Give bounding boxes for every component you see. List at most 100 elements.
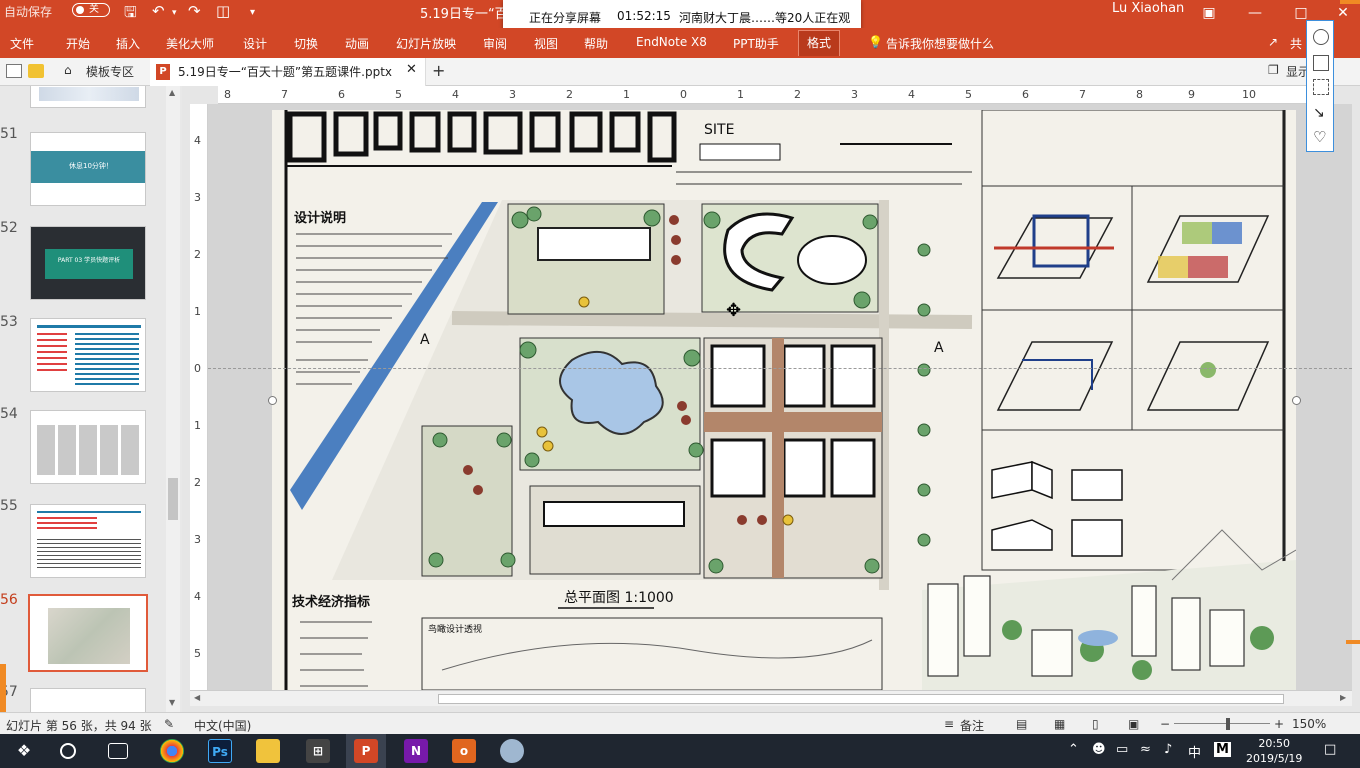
- share-viewers[interactable]: 河南财大丁晨……等20人正在观: [679, 9, 850, 26]
- ribbon-display-icon[interactable]: ▣: [1186, 0, 1232, 28]
- slide-thumbnail[interactable]: 休息10分钟！: [30, 132, 146, 206]
- ime-mode[interactable]: M: [1214, 742, 1231, 757]
- chrome-icon[interactable]: [160, 739, 184, 763]
- section-mark-right: A: [934, 340, 944, 356]
- home-icon[interactable]: ⌂: [64, 63, 72, 77]
- share-button[interactable]: 共: [1290, 35, 1302, 52]
- tab-endnote[interactable]: EndNote X8: [636, 35, 707, 49]
- tab-transitions[interactable]: 切换: [294, 35, 318, 52]
- slideshow-view-icon[interactable]: ▣: [1128, 717, 1139, 731]
- present-icon[interactable]: ◫: [216, 2, 230, 20]
- template-tab[interactable]: 模板专区: [86, 63, 134, 80]
- minimize-button[interactable]: —: [1232, 0, 1278, 28]
- customize-qat-icon[interactable]: ▾: [250, 7, 255, 18]
- undo-icon[interactable]: ↶: [152, 2, 165, 20]
- notes-button[interactable]: 备注: [960, 717, 984, 734]
- tab-beautify[interactable]: 美化大师: [166, 35, 214, 52]
- system-clock[interactable]: 20:50 2019/5/19: [1246, 736, 1302, 766]
- file-explorer-icon[interactable]: [256, 739, 280, 763]
- share-status: 正在分享屏幕: [529, 11, 602, 25]
- share-icon[interactable]: ↗: [1268, 35, 1278, 49]
- battery-icon[interactable]: ▭: [1116, 742, 1128, 757]
- tray-expand-icon[interactable]: ⌃: [1068, 742, 1079, 757]
- calculator-icon[interactable]: ⊞: [306, 739, 330, 763]
- tab-help[interactable]: 帮助: [584, 35, 608, 52]
- slide-thumbnail[interactable]: [30, 86, 146, 108]
- tab-design[interactable]: 设计: [243, 35, 267, 52]
- notification-icon[interactable]: □: [1324, 742, 1336, 757]
- close-tab-icon[interactable]: ✕: [406, 62, 417, 77]
- slide-image[interactable]: A A 设计说明 总平面图 1:1000 技术经济指标 鸟瞰设计透视 SITE: [272, 109, 1297, 690]
- vertical-ruler: 4 3 2 1 0 1 2 3 4 5: [190, 104, 208, 690]
- tab-view[interactable]: 视图: [534, 35, 558, 52]
- tab-ppt-helper[interactable]: PPT助手: [733, 35, 779, 52]
- open-folder-icon[interactable]: [28, 64, 44, 78]
- zoom-level[interactable]: 150%: [1292, 717, 1326, 731]
- zoom-out-icon[interactable]: −: [1160, 717, 1170, 731]
- office-icon[interactable]: o: [452, 739, 476, 763]
- window-mode-icon[interactable]: ❐: [1268, 63, 1279, 77]
- horizontal-ruler: 8 7 6 5 4 3 2 1 0 1 2 3 4 5 6 7 8 9 10: [218, 86, 1306, 104]
- thumbnail-scrollbar-knob[interactable]: [168, 478, 178, 520]
- heart-icon[interactable]: ♡: [1313, 129, 1329, 145]
- volume-icon[interactable]: ♪: [1164, 742, 1172, 757]
- slide-thumbnail[interactable]: [30, 504, 146, 578]
- thumbnail-scrollbar[interactable]: ▲ ▼: [166, 86, 180, 712]
- zoom-slider-thumb[interactable]: [1226, 718, 1230, 730]
- slide-thumbnail[interactable]: [30, 410, 146, 484]
- slide-sorter-icon[interactable]: ▦: [1054, 717, 1065, 731]
- windows-start-icon[interactable]: ❖: [12, 739, 36, 763]
- notes-icon[interactable]: ≡: [944, 717, 954, 731]
- tray-app-icon[interactable]: ☻: [1092, 742, 1106, 757]
- resize-handle-right[interactable]: [1292, 396, 1301, 405]
- onenote-icon[interactable]: N: [404, 739, 428, 763]
- tab-insert[interactable]: 插入: [116, 35, 140, 52]
- slide-thumbnail[interactable]: [30, 318, 146, 392]
- slide-editing-canvas[interactable]: A A 设计说明 总平面图 1:1000 技术经济指标 鸟瞰设计透视 SITE …: [208, 104, 1352, 690]
- tab-home[interactable]: 开始: [66, 35, 90, 52]
- redo-icon[interactable]: ↷: [188, 2, 201, 20]
- accent-edge: [1346, 640, 1360, 644]
- ruler-tick: 6: [1022, 88, 1029, 101]
- undo-dropdown-icon[interactable]: ▾: [172, 8, 177, 18]
- ruler-tick: 4: [452, 88, 459, 101]
- tab-animations[interactable]: 动画: [345, 35, 369, 52]
- arrow-icon[interactable]: ↘: [1313, 105, 1329, 121]
- save-icon[interactable]: 🖫: [124, 2, 137, 27]
- normal-view-icon[interactable]: ▤: [1016, 717, 1027, 731]
- tell-me-search[interactable]: 告诉我你想要做什么: [886, 35, 994, 52]
- zoom-slider[interactable]: [1174, 723, 1270, 724]
- tab-file[interactable]: 文件: [10, 35, 34, 52]
- new-tab-icon[interactable]: +: [432, 61, 445, 80]
- horizontal-scrollbar-knob[interactable]: [438, 694, 1284, 704]
- ime-language[interactable]: 中: [1188, 742, 1201, 761]
- shape-icon[interactable]: [1313, 29, 1329, 45]
- reading-view-icon[interactable]: ▯: [1092, 717, 1099, 731]
- photoshop-icon[interactable]: Ps: [208, 739, 232, 763]
- plan-title: 总平面图 1:1000: [564, 590, 674, 606]
- slide-thumbnail[interactable]: [30, 688, 146, 712]
- tab-review[interactable]: 审阅: [483, 35, 507, 52]
- meeting-app-icon[interactable]: [500, 739, 524, 763]
- horizontal-scrollbar[interactable]: ◀ ▶: [190, 690, 1352, 706]
- language-indicator[interactable]: 中文(中国): [194, 717, 251, 734]
- clock-date: 2019/5/19: [1246, 752, 1303, 765]
- crop-icon[interactable]: [1313, 79, 1329, 95]
- cortana-icon[interactable]: [60, 743, 76, 759]
- resize-handle-left[interactable]: [268, 396, 277, 405]
- slide-thumbnail[interactable]: PART 03 学员快题评析: [30, 226, 146, 300]
- tab-slideshow[interactable]: 幻灯片放映: [396, 35, 456, 52]
- document-tab[interactable]: P 5.19日专一“百天十题”第五题课件.pptx ✕: [150, 58, 426, 86]
- slide-thumbnail-active[interactable]: [28, 594, 148, 672]
- image-icon[interactable]: [1313, 55, 1329, 71]
- slide-number: 54: [0, 406, 18, 422]
- tab-format[interactable]: 格式: [798, 30, 841, 56]
- user-name[interactable]: Lu Xiaohan: [1112, 1, 1184, 16]
- new-file-icon[interactable]: [6, 64, 22, 78]
- task-view-icon[interactable]: [108, 743, 128, 759]
- zoom-in-icon[interactable]: +: [1274, 717, 1284, 731]
- accessibility-icon[interactable]: ✎: [164, 717, 174, 731]
- autosave-toggle[interactable]: 关: [72, 3, 110, 17]
- wifi-icon[interactable]: ≈: [1140, 742, 1151, 757]
- powerpoint-icon[interactable]: P: [354, 739, 378, 763]
